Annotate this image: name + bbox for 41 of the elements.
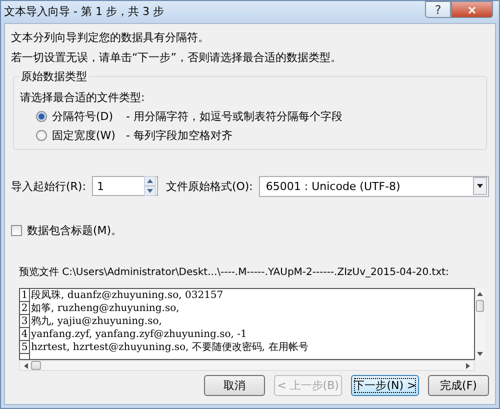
preview-line: hzrtest, hzrtest@zhuyuning.so, 不要随便改密码, 在用帐号	[31, 341, 308, 354]
scroll-left-icon[interactable]	[23, 362, 29, 370]
prompt-text: 请选择最合适的文件类型:	[20, 90, 146, 106]
scroll-thumb[interactable]	[476, 300, 484, 312]
line-number: 4	[20, 328, 30, 341]
start-row-spinner[interactable]: 1	[92, 176, 158, 196]
line-number: 3	[20, 315, 30, 328]
preview-line: 如筝, ruzheng@zhuyuning.so,	[31, 302, 180, 315]
dialog-button[interactable]: 下一步(N) >	[351, 375, 419, 396]
line-number: 5	[20, 341, 30, 354]
window-title: 文本导入向导 - 第 1 步，共 3 步	[4, 4, 165, 18]
option-description: - 用分隔字符，如逗号或制表符分隔每个字段	[126, 109, 342, 124]
dialog-button[interactable]: 完成(F)	[428, 375, 489, 396]
line-number: 2	[20, 302, 30, 315]
option-label[interactable]: 分隔符号(D)	[52, 109, 118, 124]
scroll-right-icon[interactable]	[465, 362, 471, 370]
preview-line: 鸦九, yajiu@zhuyuning.so,	[31, 315, 162, 328]
spin-arrows-icon[interactable]	[144, 176, 156, 196]
scroll-thumb[interactable]	[31, 361, 41, 370]
start-row-label: 导入起始行(R):	[11, 178, 86, 194]
preview-line: yanfang.zyf, yanfang.zyf@zhuyuning.so, -1	[31, 328, 247, 341]
checkbox-label[interactable]: 数据包含标题(M)。	[27, 222, 122, 238]
vertical-scrollbar[interactable]	[475, 288, 485, 360]
option-description: - 每列字段加空格对齐	[126, 128, 232, 143]
dialog-button[interactable]: 取消	[204, 375, 265, 396]
group-title: 原始数据类型	[19, 69, 89, 84]
checkbox[interactable]	[11, 224, 22, 236]
help-button[interactable]: ?	[425, 1, 451, 18]
preview-label: 预览文件 C:\Users\Administrator\Deskt...\----.M-----.YAUpM-2------.ZIzUv_2015-04-20.txt:	[18, 266, 450, 280]
preview-line: 段凤珠, duanfz@zhuyuning.so, 032157	[31, 289, 224, 302]
horizontal-scrollbar[interactable]	[19, 360, 475, 371]
instruction-text: 文本分列向导判定您的数据具有分隔符。	[11, 30, 210, 46]
file-origin-label: 文件原始格式(O):	[166, 178, 253, 194]
scroll-down-icon[interactable]	[476, 351, 484, 357]
file-origin-dropdown[interactable]: 65001 : Unicode (UTF-8)	[258, 176, 489, 196]
line-number: 1	[20, 289, 30, 302]
radio-button[interactable]	[36, 111, 47, 122]
scroll-up-icon[interactable]	[476, 291, 484, 297]
radio-button[interactable]	[36, 130, 47, 141]
option-label[interactable]: 固定宽度(W)	[52, 128, 118, 143]
instruction-text: 若一切设置无误，请单击“下一步”，否则请选择最合适的数据类型。	[11, 50, 342, 66]
